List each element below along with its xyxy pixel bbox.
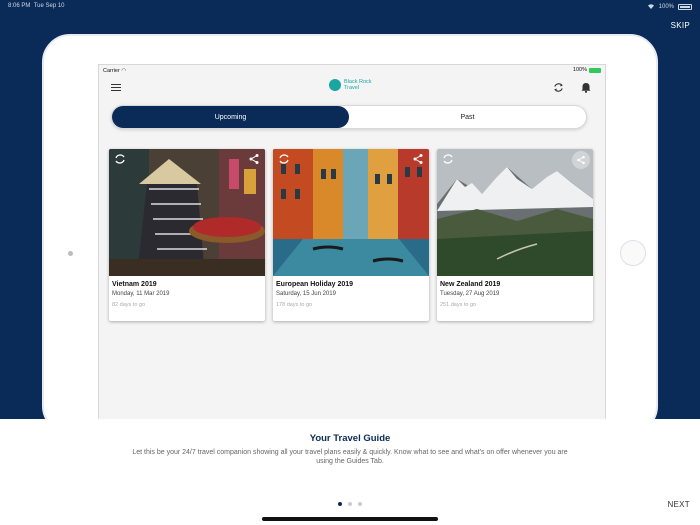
page-dot[interactable]	[348, 502, 352, 506]
tablet-camera	[68, 251, 73, 256]
skip-button[interactable]: SKIP	[671, 21, 690, 30]
share-icon[interactable]	[412, 153, 424, 165]
trip-date: Tuesday, 27 Aug 2019	[440, 291, 500, 297]
page-dot[interactable]	[338, 502, 342, 506]
trip-title: New Zealand 2019	[440, 281, 501, 288]
trip-title: Vietnam 2019	[112, 281, 157, 288]
battery-icon	[678, 4, 692, 10]
trip-countdown: 178 days to go	[276, 302, 313, 308]
sync-icon[interactable]	[278, 153, 290, 165]
tab-past[interactable]: Past	[349, 106, 586, 128]
tablet-home-button	[620, 240, 646, 266]
trip-photo-new-zealand	[437, 149, 593, 276]
wifi-icon	[647, 3, 655, 11]
share-icon[interactable]	[248, 153, 260, 165]
carrier-label: Carrier ◠	[103, 68, 127, 74]
app-nav-bar: Black Rock Travel	[99, 77, 605, 99]
trip-countdown: 82 days to go	[112, 302, 146, 308]
onboarding-description: Let this be your 24/7 travel companion s…	[132, 449, 568, 465]
tablet-mockup: Carrier ◠ 100% Black Rock Travel Upcomin…	[42, 34, 658, 436]
trip-title: European Holiday 2019	[276, 281, 354, 288]
bell-icon[interactable]	[581, 82, 591, 93]
onboarding-panel: Your Travel Guide Let this be your 24/7 …	[0, 419, 700, 525]
onboarding-title: Your Travel Guide	[309, 433, 391, 444]
device-status-bar: Carrier ◠ 100%	[99, 65, 605, 77]
trip-countdown: 251 days to go	[440, 302, 477, 308]
hamburger-menu-icon[interactable]	[111, 84, 121, 91]
trip-card-vietnam[interactable]: Vietnam 2019 Monday, 11 Mar 2019 82 days…	[109, 149, 265, 321]
sync-icon[interactable]	[114, 153, 126, 165]
trip-photo-vietnam	[109, 149, 265, 276]
logo-mark-icon	[329, 79, 341, 91]
app-screen: Carrier ◠ 100% Black Rock Travel Upcomin…	[98, 64, 606, 436]
page-indicator	[338, 502, 362, 506]
trip-date: Saturday, 15 Jun 2019	[276, 291, 336, 297]
status-right: 100%	[647, 3, 692, 11]
trip-card-list: Vietnam 2019 Monday, 11 Mar 2019 82 days…	[109, 149, 593, 321]
page-dot[interactable]	[358, 502, 362, 506]
trip-date: Monday, 11 Mar 2019	[112, 291, 170, 297]
trip-card-european-holiday[interactable]: European Holiday 2019 Saturday, 15 Jun 2…	[273, 149, 429, 321]
brand-logo: Black Rock Travel	[329, 79, 378, 91]
share-icon[interactable]	[572, 151, 590, 169]
trip-card-new-zealand[interactable]: New Zealand 2019 Tuesday, 27 Aug 2019 25…	[437, 149, 593, 321]
sync-icon[interactable]	[442, 153, 454, 165]
refresh-icon[interactable]	[553, 82, 564, 93]
battery-percent: 100%	[658, 4, 674, 10]
device-battery: 100%	[573, 67, 601, 73]
trip-photo-venice	[273, 149, 429, 276]
next-button[interactable]: NEXT	[667, 500, 690, 509]
home-indicator[interactable]	[262, 517, 438, 521]
logo-text: Black Rock Travel	[344, 79, 372, 91]
system-status-bar: 8:06 PM Tue Sep 10 100%	[0, 0, 700, 14]
trip-filter-segmented-control: Upcoming Past	[111, 105, 587, 129]
status-time: 8:06 PM Tue Sep 10	[8, 3, 65, 9]
battery-icon	[589, 67, 601, 73]
tab-upcoming[interactable]: Upcoming	[112, 106, 349, 128]
